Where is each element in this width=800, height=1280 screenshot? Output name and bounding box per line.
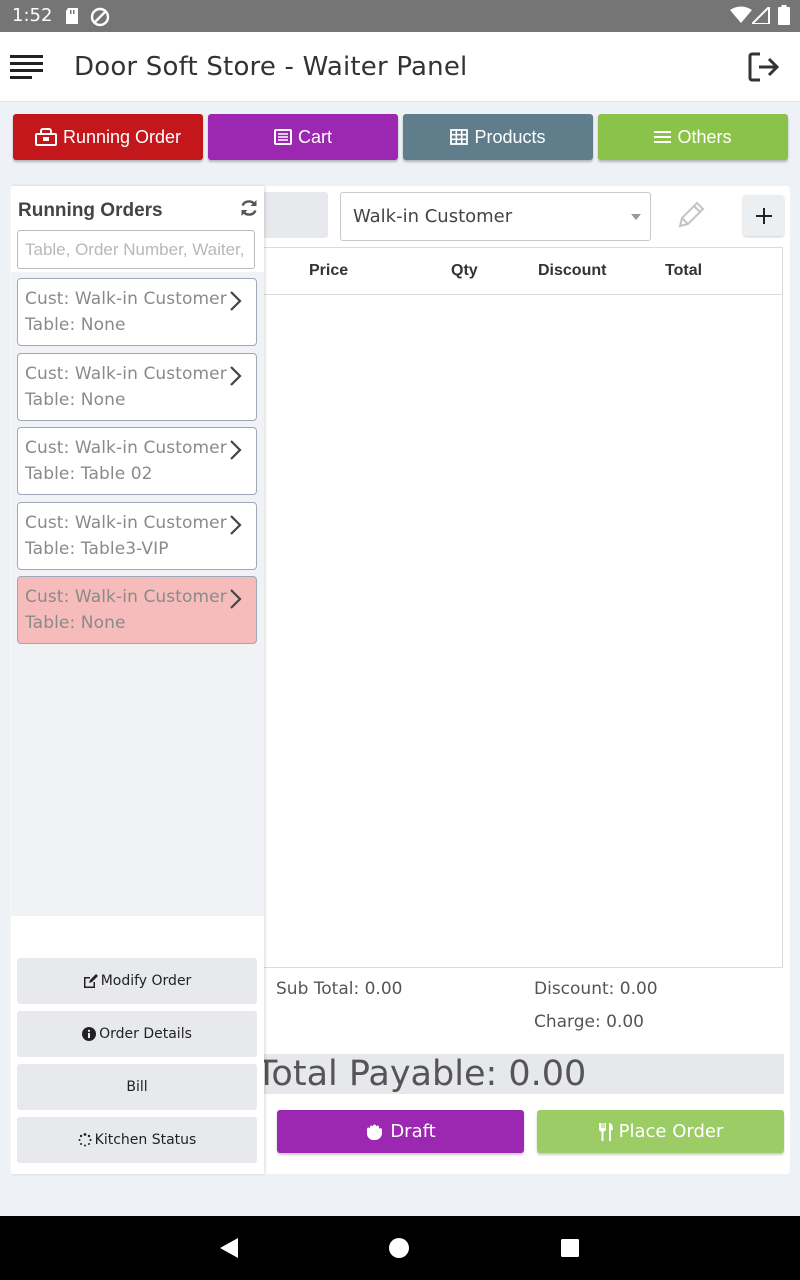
pencil-icon[interactable] [674,198,708,232]
bill-label: Bill [126,1079,148,1095]
status-bar: 1:52 [0,0,800,32]
place-order-button[interactable]: Place Order [537,1110,784,1153]
status-time: 1:52 [12,5,53,26]
total-payable-bar: Total Payable: 0.00 [264,1054,784,1094]
order-card[interactable]: Cust: Walk-in Customer Table: Table3-VIP [17,502,257,570]
modify-order-label: Modify Order [100,973,192,989]
running-order-tab[interactable]: Running Order [13,114,203,160]
chevron-right-icon [230,366,242,386]
order-card[interactable]: Cust: Walk-in Customer Table: None [17,278,257,346]
others-tab[interactable]: Others [598,114,788,160]
refresh-icon[interactable] [239,198,259,218]
column-total: Total [665,262,703,279]
column-qty: Qty [451,262,478,279]
data-saver-icon [90,7,110,27]
running-orders-sidebar: Running Orders Cust: Walk-in Customer Ta… [11,186,264,1174]
order-table: Table: Table3-VIP [25,539,169,559]
column-discount: Discount [538,262,607,279]
recents-icon[interactable] [560,1238,580,1258]
order-customer: Cust: Walk-in Customer [25,364,227,384]
order-type-field[interactable] [264,192,328,238]
add-customer-button[interactable] [743,195,784,236]
orders-search-input[interactable] [17,230,255,269]
draft-label: Draft [390,1121,436,1142]
kitchen-status-label: Kitchen Status [94,1132,197,1148]
utensils-icon [598,1122,613,1141]
total-payable: Total Payable: 0.00 [264,1054,587,1094]
spinner-icon [78,1133,92,1147]
products-label: Products [474,126,546,147]
hand-icon [367,1124,383,1140]
app-title: Door Soft Store - Waiter Panel [74,52,468,82]
signal-icon [752,7,770,24]
chevron-right-icon [230,515,242,535]
app-bar: Door Soft Store - Waiter Panel [0,32,800,102]
grid-icon [450,129,469,145]
order-table: Table: None [25,315,126,335]
chevron-down-icon [631,214,641,220]
back-icon[interactable] [218,1236,240,1260]
chevron-right-icon [230,440,242,460]
discount-total: Discount: 0.00 [534,979,658,999]
chevron-right-icon [230,589,242,609]
others-label: Others [677,126,732,147]
order-card[interactable]: Cust: Walk-in Customer Table: Table 02 [17,427,257,495]
cart-label: Cart [297,126,332,147]
sd-card-icon [66,8,78,24]
draft-button[interactable]: Draft [277,1110,524,1153]
modify-order-button[interactable]: Modify Order [17,958,257,1004]
order-customer: Cust: Walk-in Customer [25,513,227,533]
order-card-selected[interactable]: Cust: Walk-in Customer Table: None [17,576,257,644]
order-details-label: Order Details [99,1026,192,1042]
sub-total: Sub Total: 0.00 [276,979,403,999]
customer-select-value: Walk-in Customer [353,206,513,227]
cart-table: Price Qty Discount Total [264,247,783,968]
info-icon [82,1027,97,1041]
customer-select[interactable]: Walk-in Customer [340,192,651,241]
running-order-label: Running Order [62,126,182,147]
order-table: Table: None [25,390,126,410]
order-table: Table: None [25,613,126,633]
sidebar-title: Running Orders [18,200,163,221]
battery-icon [778,5,790,25]
bars-icon [654,131,672,143]
menu-icon[interactable] [10,52,44,82]
chevron-right-icon [230,291,242,311]
cart-table-header: Price Qty Discount Total [264,248,783,295]
plus-icon [755,207,772,224]
bill-button[interactable]: Bill [17,1064,257,1110]
order-card[interactable]: Cust: Walk-in Customer Table: None [17,353,257,421]
order-customer: Cust: Walk-in Customer [25,289,227,309]
order-icon [34,128,57,146]
products-tab[interactable]: Products [403,114,593,160]
home-icon[interactable] [388,1237,410,1259]
logout-icon[interactable] [746,50,780,84]
place-order-label: Place Order [618,1121,724,1142]
system-navigation-bar [0,1216,800,1280]
column-price: Price [309,262,349,279]
order-customer: Cust: Walk-in Customer [25,587,227,607]
wifi-icon [730,6,752,23]
order-details-button[interactable]: Order Details [17,1011,257,1057]
edit-icon [83,974,98,988]
order-customer: Cust: Walk-in Customer [25,438,227,458]
order-table: Table: Table 02 [25,464,153,484]
list-icon [273,129,292,145]
charge-total: Charge: 0.00 [534,1012,644,1032]
kitchen-status-button[interactable]: Kitchen Status [17,1117,257,1163]
cart-tab[interactable]: Cart [208,114,398,160]
